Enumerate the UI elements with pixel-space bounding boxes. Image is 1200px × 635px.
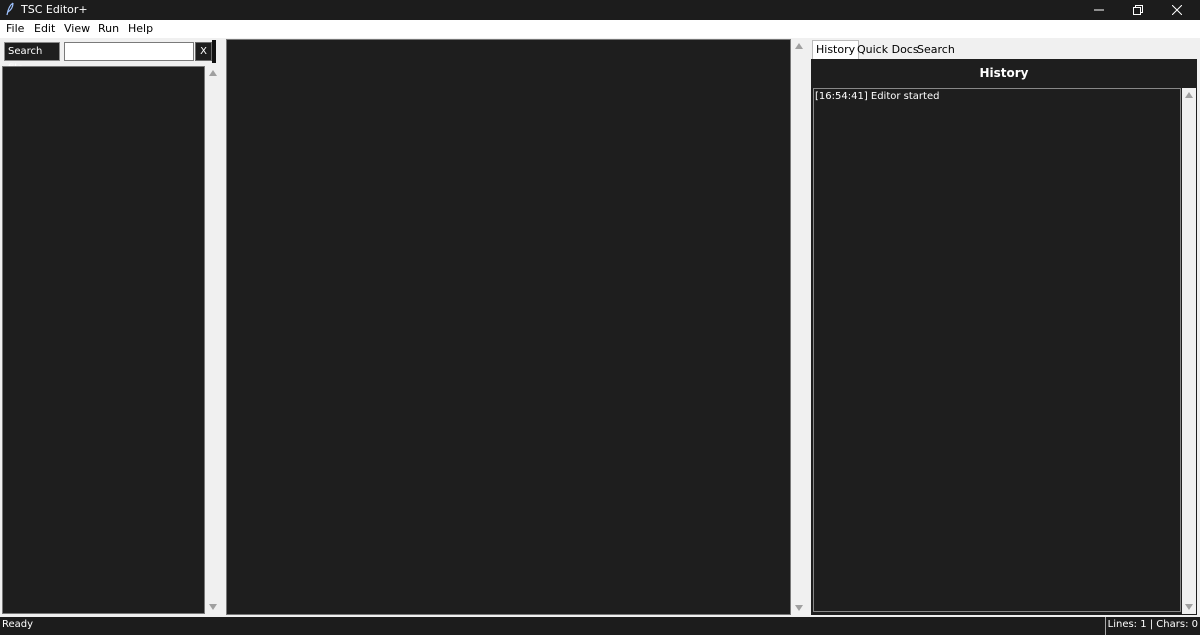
status-counts: Lines: 1 | Chars: 0 [1104, 617, 1200, 635]
tab-quick-docs[interactable]: Quick Docs [854, 41, 922, 59]
search-file-input[interactable] [64, 42, 194, 61]
menu-run[interactable]: Run [98, 22, 119, 35]
menu-edit[interactable]: Edit [34, 22, 55, 35]
history-entry: [16:54:41] Editor started [815, 91, 940, 102]
history-log[interactable]: [16:54:41] Editor started [813, 88, 1181, 612]
restore-button[interactable] [1118, 0, 1158, 20]
window-title: TSC Editor+ [21, 3, 88, 16]
scroll-up-icon[interactable] [795, 43, 803, 49]
menu-bar: File Edit View Run Help [0, 20, 1200, 38]
search-clear-button[interactable]: X [195, 42, 212, 61]
scroll-up-icon[interactable] [1185, 92, 1193, 98]
scroll-up-icon[interactable] [209, 70, 217, 76]
menu-file[interactable]: File [6, 22, 24, 35]
restore-icon [1133, 5, 1143, 15]
status-text: Ready [2, 619, 34, 630]
close-icon [1172, 5, 1182, 15]
search-divider [212, 40, 216, 63]
history-scrollbar[interactable] [1182, 88, 1196, 614]
editor-scrollbar[interactable] [792, 39, 806, 615]
tab-search[interactable]: Search [914, 41, 958, 59]
file-list-scrollbar[interactable] [206, 66, 220, 614]
history-panel: History [16:54:41] Editor started [811, 59, 1197, 615]
status-bar: Ready Lines: 1 | Chars: 0 [0, 617, 1200, 635]
menu-help[interactable]: Help [128, 22, 153, 35]
tab-history[interactable]: History [812, 40, 860, 60]
minimize-icon [1094, 9, 1104, 11]
title-bar: TSC Editor+ [0, 0, 1200, 20]
close-button[interactable] [1157, 0, 1197, 20]
scroll-down-icon[interactable] [795, 605, 803, 611]
feather-icon [5, 2, 15, 16]
search-file-label: Search file: [4, 42, 60, 74]
history-title: History [979, 66, 1029, 80]
minimize-button[interactable] [1079, 0, 1119, 20]
file-list[interactable] [2, 66, 205, 614]
code-editor[interactable] [226, 39, 791, 615]
scroll-down-icon[interactable] [1185, 604, 1193, 610]
scroll-down-icon[interactable] [209, 604, 217, 610]
menu-view[interactable]: View [64, 22, 90, 35]
